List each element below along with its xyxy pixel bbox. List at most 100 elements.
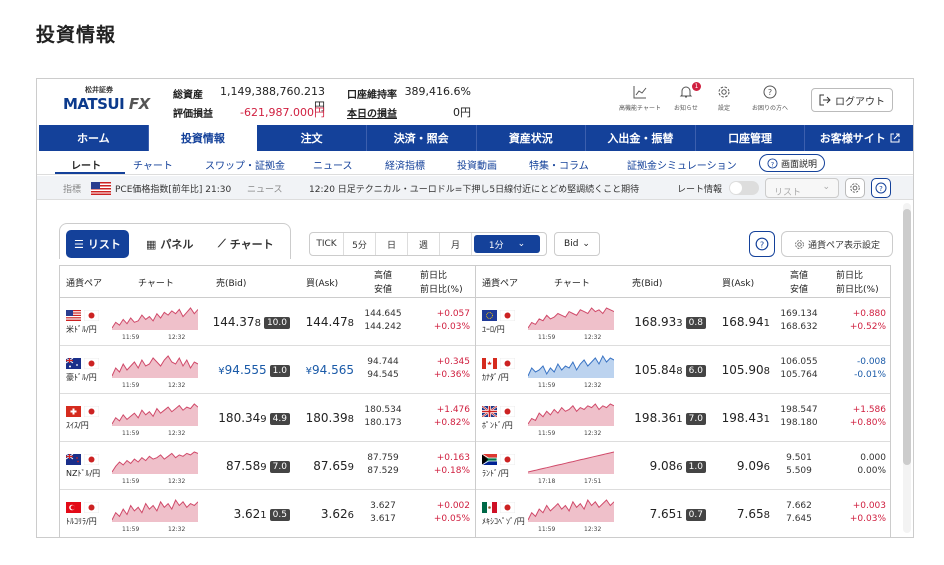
info-settings-button[interactable] [845, 178, 865, 198]
nav-account[interactable]: 口座管理 [696, 125, 806, 151]
rate-row[interactable]: ﾎﾟﾝﾄﾞ/円 11:59 12:32 198.361 7.0 198.431 198.54… [476, 394, 890, 442]
bid-price[interactable]: 105.848 6.0 [620, 363, 706, 377]
sparkline-chart[interactable]: 11:59 12:32 [112, 352, 198, 388]
bid-last-digit: 1 [676, 510, 683, 521]
ask-price[interactable]: ¥94.565 [296, 363, 354, 377]
ask-price[interactable]: 198.431 [712, 411, 770, 425]
rate-info-toggle[interactable] [729, 181, 759, 195]
rate-row[interactable]: NZﾄﾞﾙ/円 11:59 12:32 87.589 7.0 87.659 87.759 87… [60, 442, 475, 490]
pair-settings-button[interactable]: 通貨ペア表示設定 [781, 231, 893, 257]
nav-home[interactable]: ホーム [39, 125, 149, 151]
bid-price[interactable]: 87.589 7.0 [204, 459, 290, 473]
subnav-chart[interactable]: チャート [133, 157, 173, 172]
change-value: +0.002 [436, 501, 470, 511]
list-help-button[interactable]: ? [749, 231, 775, 257]
indicator-text[interactable]: PCE価格指数[前年比] 21:30 [115, 182, 231, 195]
tab-panel[interactable]: ▦ パネル [138, 230, 201, 258]
info-help-button[interactable]: ? [871, 178, 891, 198]
nav-investment-info[interactable]: 投資情報 [148, 125, 258, 151]
bid-price[interactable]: 198.361 7.0 [620, 411, 706, 425]
bid-price[interactable]: 3.621 0.5 [204, 507, 290, 521]
interval-month[interactable]: 月 [440, 233, 472, 255]
sparkline-chart[interactable]: 11:59 12:32 [112, 448, 198, 484]
low-value: 5.509 [786, 466, 812, 476]
sparkline-chart[interactable]: 11:59 12:32 [112, 400, 198, 436]
subnav-simulation[interactable]: 証拠金シミュレーション [627, 157, 737, 172]
ask-price[interactable]: 87.659 [296, 459, 354, 473]
bid-price[interactable]: 9.086 1.0 [620, 459, 706, 473]
ask-price[interactable]: 144.478 [296, 315, 354, 329]
interval-tick[interactable]: TICK [310, 233, 344, 255]
nav-order[interactable]: 注文 [257, 125, 367, 151]
rate-row[interactable]: 豪ﾄﾞﾙ/円 11:59 12:32 ¥94.555 1.0 ¥94.565 94.744 9… [60, 346, 475, 394]
view-select[interactable]: リスト ⌄ [765, 178, 839, 198]
sparkline-end-time: 12:32 [584, 430, 601, 436]
sparkline-chart[interactable]: 11:59 12:32 [528, 304, 614, 340]
pair-name: NZﾄﾞﾙ/円 [66, 469, 101, 478]
subnav-columns[interactable]: 特集・コラム [529, 157, 589, 172]
pair-name: 豪ﾄﾞﾙ/円 [66, 373, 97, 382]
page-title: 投資情報 [36, 24, 117, 46]
tab-chart[interactable]: ⟋ チャート [210, 230, 282, 258]
logo[interactable]: 松井証券 MATSUI FX [63, 85, 150, 119]
sparkline-chart[interactable]: 11:59 12:32 [528, 400, 614, 436]
rate-row[interactable]: ｶﾅﾀﾞ/円 11:59 12:32 105.848 6.0 105.908 106.055… [476, 346, 890, 394]
bid-price[interactable]: ¥94.555 1.0 [204, 363, 290, 377]
ask-price[interactable]: 7.658 [712, 507, 770, 521]
news-text[interactable]: 12:20 日足テクニカル・ユーロドル=下押し5日線付近にとどめ堅調続くこと期待 [309, 182, 639, 195]
subnav-news[interactable]: ニュース [313, 157, 353, 172]
ask-price[interactable]: 9.096 [712, 459, 770, 473]
nav-customer-site[interactable]: お客様サイト [805, 125, 913, 151]
change-percent: +0.80% [849, 418, 886, 428]
interval-5min[interactable]: 5分 [344, 233, 376, 255]
change-percent: -0.01% [854, 370, 886, 380]
sparkline-chart[interactable]: 11:59 12:32 [528, 496, 614, 532]
scrollbar[interactable] [903, 203, 911, 533]
nav-customer-site-label: お客様サイト [819, 132, 886, 145]
interval-1min-select[interactable]: 1分 ⌄ [474, 235, 540, 253]
today-pl-label[interactable]: 本日の損益 [347, 105, 397, 120]
subnav-swap[interactable]: スワップ・証拠金 [205, 157, 285, 172]
bid-main: 9.08 [649, 459, 677, 473]
jp-flag-icon [499, 498, 516, 517]
rate-row[interactable]: ﾗﾝﾄﾞ/円 17:18 17:51 9.086 1.0 9.096 9.501 5.509 0… [476, 442, 890, 490]
ask-price[interactable]: 3.626 [296, 507, 354, 521]
interval-week[interactable]: 週 [408, 233, 440, 255]
tab-list[interactable]: ☰ リスト [66, 230, 129, 258]
rate-row[interactable]: ﾒｷｼｺﾍﾟｿﾞ/円 11:59 12:32 7.651 0.7 7.658 7.662 7.… [476, 490, 890, 537]
rate-row[interactable]: 米ﾄﾞﾙ/円 11:59 12:32 144.378 10.0 144.478 144.64… [60, 298, 475, 346]
subnav-rate[interactable]: レート [71, 157, 101, 172]
bid-price[interactable]: 168.933 0.8 [620, 315, 706, 329]
nav-deposit[interactable]: 入出金・振替 [586, 125, 696, 151]
subnav-videos[interactable]: 投資動画 [457, 157, 497, 172]
bid-price[interactable]: 7.651 0.7 [620, 507, 706, 521]
nav-assets[interactable]: 資産状況 [477, 125, 587, 151]
logout-button[interactable]: ログアウト [811, 88, 893, 112]
ask-price[interactable]: 180.398 [296, 411, 354, 425]
subnav-indicators[interactable]: 経済指標 [385, 157, 425, 172]
screen-help-button[interactable]: ? 画面説明 [759, 154, 825, 172]
high-low: 144.645 144.242 [358, 308, 408, 334]
bid-price[interactable]: 180.349 4.9 [204, 411, 290, 425]
high-low: 87.759 87.529 [358, 452, 408, 478]
ask-main: 168.94 [721, 315, 764, 329]
price-type-select[interactable]: Bid ⌄ [554, 232, 600, 256]
sparkline-chart[interactable]: 11:59 12:32 [112, 304, 198, 340]
sparkline-start-time: 11:59 [538, 526, 555, 532]
nav-settlement[interactable]: 決済・照会 [367, 125, 477, 151]
high-value: 169.134 [780, 309, 818, 319]
rate-row[interactable]: ｽｲｽ/円 11:59 12:32 180.349 4.9 180.398 180.534 1… [60, 394, 475, 442]
ask-price[interactable]: 168.941 [712, 315, 770, 329]
sparkline-start-time: 17:18 [538, 478, 555, 484]
sparkline-chart[interactable]: 11:59 12:32 [528, 352, 614, 388]
sparkline-chart[interactable]: 17:18 17:51 [528, 448, 614, 484]
rate-row[interactable]: ﾄﾙｺﾘﾗ/円 11:59 12:32 3.621 0.5 3.626 3.627 3.617… [60, 490, 475, 537]
sparkline-chart[interactable]: 11:59 12:32 [112, 496, 198, 532]
rate-row[interactable]: ﾕｰﾛ/円 11:59 12:32 168.933 0.8 168.941 169.134 1… [476, 298, 890, 346]
scrollbar-thumb[interactable] [903, 209, 911, 465]
sparkline-end-time: 12:32 [168, 334, 185, 340]
help-center-button[interactable]: ? お困りの方へ [743, 85, 797, 112]
bid-price[interactable]: 144.378 10.0 [204, 315, 290, 329]
ask-price[interactable]: 105.908 [712, 363, 770, 377]
interval-day[interactable]: 日 [376, 233, 408, 255]
